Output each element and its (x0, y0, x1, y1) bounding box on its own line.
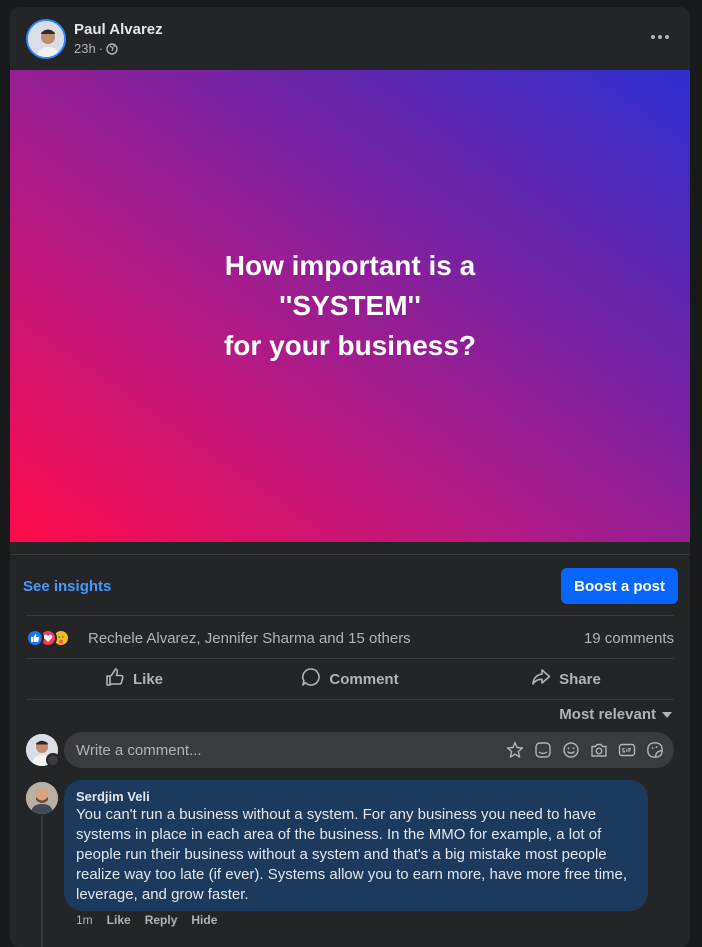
insights-bar: See insights Boost a post (10, 554, 690, 615)
meta-separator: · (98, 41, 104, 56)
comment-bubble: Serdjim Veli You can't run a business wi… (64, 780, 648, 911)
comment-count[interactable]: 19 comments (584, 630, 674, 647)
post-time[interactable]: 23h (74, 41, 96, 56)
like-label: Like (132, 670, 163, 688)
reaction-icons[interactable] (26, 629, 70, 647)
reactions-summary: Rechele Alvarez, Jennifer Sharma and 15 … (26, 615, 674, 659)
comment-hide-link[interactable]: Hide (191, 913, 217, 927)
like-button[interactable]: Like (26, 659, 242, 699)
like-reaction-icon (26, 629, 44, 647)
thread-line (41, 815, 43, 947)
comment-time[interactable]: 1m (76, 913, 93, 927)
sort-dropdown[interactable]: Most relevant (559, 706, 672, 723)
comment-actions: 1m Like Reply Hide (76, 913, 217, 927)
profile-switch-icon[interactable] (46, 753, 60, 767)
post-meta: 23h · (74, 41, 118, 56)
like-icon (105, 667, 125, 691)
chevron-down-icon (662, 711, 672, 718)
comment-button[interactable]: Comment (242, 659, 458, 699)
author-name[interactable]: Paul Alvarez (74, 21, 163, 38)
emoji-icon[interactable] (561, 740, 580, 759)
banner-line: ''SYSTEM'' (279, 290, 421, 321)
globe-icon (106, 42, 118, 55)
boost-post-button[interactable]: Boost a post (561, 568, 678, 604)
share-button[interactable]: Share (458, 659, 674, 699)
share-icon (531, 667, 551, 691)
sort-label: Most relevant (559, 706, 656, 723)
reaction-names[interactable]: Rechele Alvarez, Jennifer Sharma and 15 … (88, 630, 411, 647)
comment-text: You can't run a business without a syste… (76, 806, 628, 903)
author-avatar[interactable] (26, 19, 66, 59)
comment-like-link[interactable]: Like (107, 913, 131, 927)
post-header: Paul Alvarez 23h · (10, 7, 690, 70)
face-sticker-icon[interactable] (645, 740, 664, 759)
comment-label: Comment (329, 670, 399, 688)
comment-icon (301, 667, 321, 691)
more-icon[interactable] (644, 23, 676, 51)
banner-line: for your business? (223, 330, 477, 361)
composer-icons (505, 740, 664, 759)
commenter-name[interactable]: Serdjim Veli (76, 788, 636, 805)
see-insights-link[interactable]: See insights (23, 578, 111, 595)
camera-icon[interactable] (589, 740, 608, 759)
commenter-avatar[interactable] (26, 782, 58, 814)
comment-reply-link[interactable]: Reply (145, 913, 178, 927)
post-banner[interactable]: How important is a ''SYSTEM'' for your b… (10, 70, 690, 542)
avatar-sticker-icon[interactable] (505, 740, 524, 759)
action-row: Like Comment Share (26, 658, 674, 700)
post-card: Paul Alvarez 23h · How important is a ''… (10, 7, 690, 947)
share-label: Share (559, 670, 601, 688)
banner-text: How important is a ''SYSTEM'' for your b… (224, 246, 476, 366)
banner-line: How important is a (224, 250, 476, 281)
gif-icon[interactable] (617, 740, 636, 759)
sticker-icon[interactable] (533, 740, 552, 759)
